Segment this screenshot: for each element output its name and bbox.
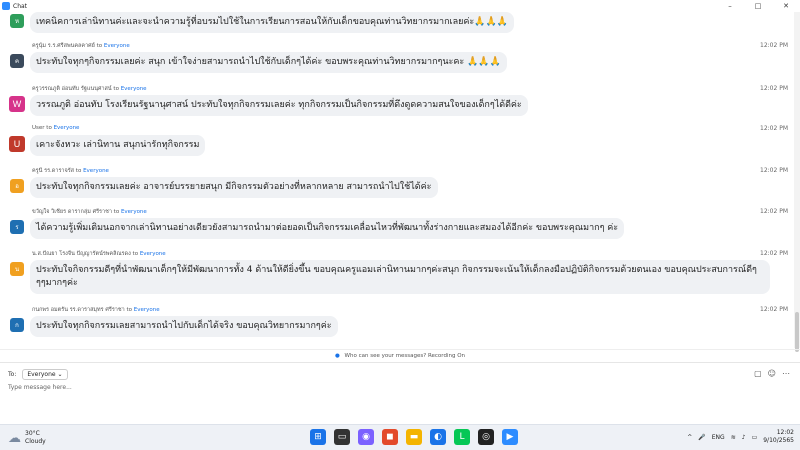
message-bubble: เคาะจังหวะ เล่านิทาน สนุกน่ารักทุกิจกรรม [30,135,206,156]
message-bubble: วรรณภูติ อ่อนทับ โรงเรียนรัฐนานุศาสน์ ปร… [30,95,528,116]
chat-icon[interactable]: ◉ [358,429,374,445]
message-text: ประทับใจทุกกิจกรรมเลยสามารถนำไปกับเด็กได… [36,321,332,331]
message-sender: ครูนี รร.ดาราจรัส to Everyone [32,168,109,174]
message-sender: User to Everyone [32,125,80,131]
zoom-icon[interactable]: ▶ [502,429,518,445]
chat-message-list[interactable]: ห เทคนิคการเล่านิทานค่ะและจะนำความรู้ที่… [0,12,794,348]
file-icon[interactable]: ▢ [754,369,762,378]
window-title: Chat [13,2,28,10]
language-indicator[interactable]: ENG [712,434,725,441]
weather-desc: Cloudy [25,438,46,445]
zoom-app-icon [2,2,10,10]
message-bubble: ประทับใจกิจกรรมดีๆที่นำพัฒนาเด็กๆให้มีพั… [30,260,770,294]
start-icon[interactable]: ⊞ [310,429,326,445]
maximize-button[interactable]: □ [744,0,772,12]
taskbar-apps: ⊞ ▭ ◉ ◼ ▬ ◐ L ◎ ▶ [310,429,518,445]
composer-tools: ▢ ☺ ⋯ [754,369,790,378]
clock[interactable]: 12:02 9/10/2565 [763,429,794,445]
recipient-row: To: Everyone ⌄ [8,369,68,380]
system-tray: ^ 🎤 ENG ≋ ♪ ▭ 12:02 9/10/2565 [687,429,794,445]
message-text: เทคนิคการเล่านิทานค่ะและจะนำความรู้ที่อบ… [36,17,508,27]
weather-temp: 30°C [25,430,40,437]
cloud-icon: ☁ [8,430,21,446]
emoji-icon[interactable]: ☺ [768,369,776,378]
task-view-icon[interactable]: ▭ [334,429,350,445]
app-root: Chat – □ ✕ ห เทคนิคการเล่านิทานค่ะและจะน… [0,0,800,450]
message-bubble: ได้ความรู้เพิ่มเติมนอกจากเล่านิทานอย่างเ… [30,218,625,239]
avatar: W [9,96,25,112]
edge-icon[interactable]: ◐ [430,429,446,445]
title-bar: Chat – □ ✕ [0,0,800,12]
battery-icon[interactable]: ▭ [752,434,758,441]
chevron-down-icon: ⌄ [57,371,63,378]
office-icon[interactable]: ◼ [382,429,398,445]
message-time: 12:02 PM [760,85,788,92]
message-bubble: ประทับใจทุกกิจกรรมเลยสามารถนำไปกับเด็กได… [30,316,338,337]
minimize-button[interactable]: – [716,0,744,12]
message-time: 12:02 PM [760,42,788,49]
clock-date: 9/10/2565 [763,437,794,444]
chevron-up-icon[interactable]: ^ [687,434,692,441]
message-text: เคาะจังหวะ เล่านิทาน สนุกน่ารักทุกิจกรรม [36,140,200,150]
notice-text: Who can see your messages? Recording On [344,353,466,359]
info-icon: ● [334,353,340,359]
volume-icon[interactable]: ♪ [742,434,746,441]
avatar: อ [10,179,24,193]
message-time: 12:02 PM [760,250,788,257]
window-controls: – □ ✕ [716,0,800,12]
message-text: ได้ความรู้เพิ่มเติมนอกจากเล่านิทานอย่างเ… [36,223,619,233]
recipient-dropdown[interactable]: Everyone ⌄ [22,369,68,380]
message-sender: น.ส.ปัณยา โรงจีน ปัญญารัตน์รพคลิณรดง to … [32,251,166,257]
scroll-thumb[interactable] [795,312,799,352]
message-time: 12:02 PM [760,167,788,174]
message-bubble: ประทับใจทุกกิจกรรมเลยค่ะ อาจารย์บรรยายสน… [30,177,438,198]
folder-icon[interactable]: ▬ [406,429,422,445]
message-text: วรรณภูติ อ่อนทับ โรงเรียนรัฐนานุศาสน์ ปร… [36,100,522,110]
avatar: ห [10,14,24,28]
avatar: ร [10,220,24,234]
avatar: น [10,262,24,276]
taskbar: ☁ 30°C Cloudy ⊞ ▭ ◉ ◼ ▬ ◐ L ◎ ▶ ^ 🎤 ENG … [0,424,800,450]
message-bubble: เทคนิคการเล่านิทานค่ะและจะนำความรู้ที่อบ… [30,12,514,33]
avatar: U [9,136,25,152]
avatar: ก [10,318,24,332]
message-time: 12:02 PM [760,208,788,215]
clock-time: 12:02 [776,429,794,436]
message-sender: กนกพร อมตรัน รร.ดาราสมุทร ศรีราชา to Eve… [32,307,160,313]
wifi-icon[interactable]: ≋ [731,434,736,441]
obs-icon[interactable]: ◎ [478,429,494,445]
message-input[interactable] [8,384,508,391]
message-time: 12:02 PM [760,125,788,132]
message-sender: ครูนุ้ม ร.ร.ศรีสพนคลคาศย์ to Everyone [32,43,130,49]
avatar: ค [10,54,24,68]
message-sender: ครูวรรณภูติ อ่อนทับ รัฐแนนุศาสน์ to Ever… [32,86,147,92]
more-icon[interactable]: ⋯ [782,369,790,378]
message-text: ประทับใจทุกๆกิจกรรมเลยค่ะ สนุก เข้าใจง่า… [36,57,501,67]
to-label: To: [8,371,17,378]
message-composer: To: Everyone ⌄ ▢ ☺ ⋯ [0,362,800,424]
message-text: ประทับใจทุกกิจกรรมเลยค่ะ อาจารย์บรรยายสน… [36,182,432,192]
close-button[interactable]: ✕ [772,0,800,12]
message-bubble: ประทับใจทุกๆกิจกรรมเลยค่ะ สนุก เข้าใจง่า… [30,52,507,73]
message-text: ประทับใจกิจกรรมดีๆที่นำพัฒนาเด็กๆให้มีพั… [36,265,757,288]
privacy-notice[interactable]: ● Who can see your messages? Recording O… [0,349,800,361]
weather-widget[interactable]: ☁ 30°C Cloudy [8,430,46,446]
mic-icon[interactable]: 🎤 [698,434,705,441]
message-sender: ขวัญใจ วิเชียร ดารากลุ่ม ศรีราชา to Ever… [32,209,147,215]
chat-scrollbar[interactable] [794,12,800,352]
line-icon[interactable]: L [454,429,470,445]
message-time: 12:02 PM [760,306,788,313]
